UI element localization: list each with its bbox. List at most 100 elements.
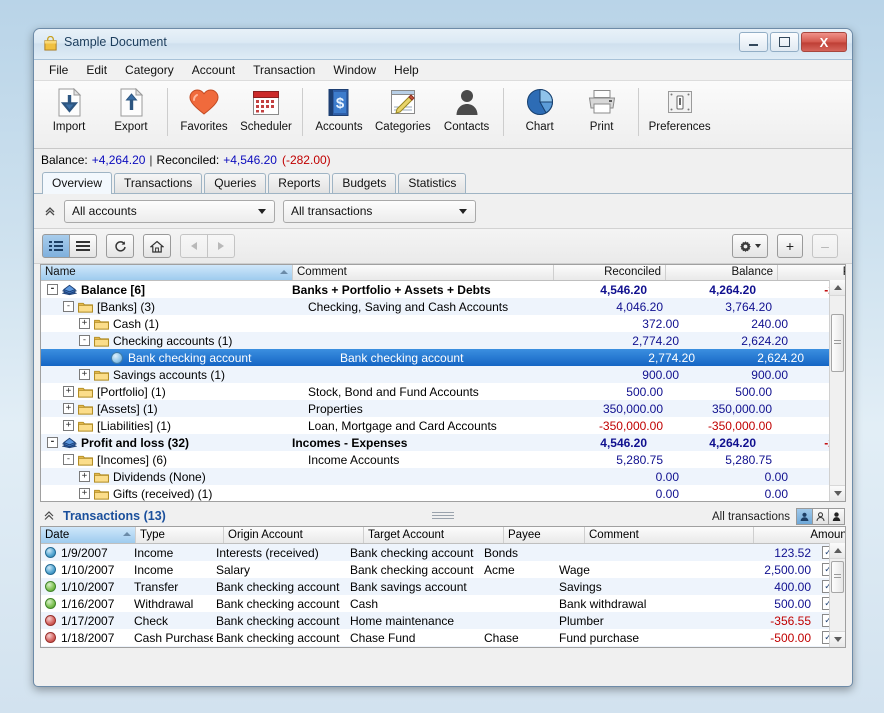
export-button[interactable]: Export (100, 86, 162, 134)
scheduler-button[interactable]: Scheduler (235, 86, 297, 134)
account-filter-select[interactable]: All accounts (64, 200, 275, 223)
transaction-row[interactable]: 1/18/2007Cash PurchaseBank checking acco… (41, 629, 845, 646)
tx-column-target[interactable]: Target Account (364, 527, 504, 543)
tab-transactions[interactable]: Transactions (114, 173, 202, 193)
tree-row[interactable]: +[Assets] (1)Properties350,000.00350,000… (41, 400, 845, 417)
tab-queries[interactable]: Queries (204, 173, 266, 193)
tx-column-comment[interactable]: Comment (585, 527, 754, 543)
tx-cell-origin: Home Mortgage (213, 648, 347, 649)
tree-vertical-scrollbar[interactable] (829, 280, 845, 501)
column-header-reconciled[interactable]: Reconciled (554, 265, 666, 280)
menu-help[interactable]: Help (385, 61, 428, 79)
tree-row[interactable]: -[Banks] (3)Checking, Saving and Cash Ac… (41, 298, 845, 315)
tab-overview[interactable]: Overview (42, 172, 112, 194)
transaction-filter-select[interactable]: All transactions (283, 200, 476, 223)
scroll-down-button[interactable] (830, 631, 845, 647)
tree-expander[interactable]: + (79, 369, 90, 380)
tree-expander[interactable]: - (79, 335, 90, 346)
tree-row[interactable]: +Savings accounts (1)900.00900.00· (41, 366, 845, 383)
tree-cell-name: Bank checking account (41, 351, 338, 365)
close-button[interactable]: X (801, 32, 847, 52)
import-button[interactable]: Import (38, 86, 100, 134)
column-header-comment[interactable]: Comment (293, 265, 554, 280)
tree-expander[interactable]: + (63, 403, 74, 414)
chevron-up-icon[interactable] (41, 508, 57, 524)
print-button[interactable]: Print (571, 86, 633, 134)
transaction-row[interactable]: 1/16/2007WithdrawalBank checking account… (41, 595, 845, 612)
scrollbar-thumb[interactable] (831, 314, 844, 372)
menu-account[interactable]: Account (183, 61, 244, 79)
chart-button[interactable]: Chart (509, 86, 571, 134)
tab-budgets[interactable]: Budgets (332, 173, 396, 193)
scroll-up-button[interactable] (830, 543, 845, 559)
minimize-button[interactable] (739, 32, 768, 52)
accounts-button[interactable]: $ Accounts (308, 86, 370, 134)
add-button[interactable]: + (777, 234, 803, 258)
person-dark-icon (832, 512, 841, 521)
preferences-button[interactable]: Preferences (644, 86, 716, 134)
tree-expander[interactable]: + (63, 386, 74, 397)
maximize-button[interactable] (770, 32, 799, 52)
home-button[interactable] (143, 234, 171, 258)
tree-row[interactable]: +Gifts (received) (1)0.000.00· (41, 485, 845, 502)
tree-expander[interactable]: + (79, 488, 90, 499)
tree-expander[interactable]: - (63, 301, 74, 312)
tab-reports[interactable]: Reports (268, 173, 330, 193)
person-dark-button[interactable] (829, 508, 845, 525)
tree-expander[interactable]: - (47, 284, 58, 295)
remove-button[interactable]: – (812, 234, 838, 258)
menu-edit[interactable]: Edit (77, 61, 116, 79)
transaction-row[interactable]: 1/10/2007IncomeSalaryBank checking accou… (41, 561, 845, 578)
tx-column-type[interactable]: Type (136, 527, 224, 543)
column-header-pending[interactable]: Pending (778, 265, 846, 280)
tx-column-date[interactable]: Date (41, 527, 136, 543)
drag-grip-icon[interactable] (432, 512, 454, 519)
tx-column-payee[interactable]: Payee (504, 527, 585, 543)
chevron-up-icon[interactable] (42, 203, 58, 219)
transactions-vertical-scrollbar[interactable] (829, 543, 845, 647)
contacts-button[interactable]: Contacts (436, 86, 498, 134)
scrollbar-thumb[interactable] (831, 561, 844, 593)
tx-column-origin[interactable]: Origin Account (224, 527, 364, 543)
back-button[interactable] (180, 234, 208, 258)
tree-expander[interactable]: - (63, 454, 74, 465)
tab-statistics[interactable]: Statistics (398, 173, 466, 193)
tree-row[interactable]: Bank checking accountBank checking accou… (41, 349, 845, 366)
menu-window[interactable]: Window (324, 61, 385, 79)
scroll-up-button[interactable] (830, 280, 845, 296)
tree-row[interactable]: -Checking accounts (1)2,774.202,624.20-1… (41, 332, 845, 349)
settings-button[interactable] (732, 234, 768, 258)
tree-expander[interactable]: + (79, 318, 90, 329)
tree-cell-reconciled: 350,000.00 (560, 402, 669, 416)
tree-row[interactable]: -Balance [6]Banks + Portfolio + Assets +… (41, 281, 845, 298)
transaction-row[interactable]: 1/10/2007TransferBank checking accountBa… (41, 578, 845, 595)
person-alt-button[interactable] (813, 508, 829, 525)
refresh-button[interactable] (106, 234, 134, 258)
tree-expander[interactable]: + (63, 420, 74, 431)
tree-row[interactable]: +Cash (1)372.00240.00-132.00 (41, 315, 845, 332)
menu-file[interactable]: File (40, 61, 77, 79)
tree-row[interactable]: +[Portfolio] (1)Stock, Bond and Fund Acc… (41, 383, 845, 400)
favorites-button[interactable]: Favorites (173, 86, 235, 134)
categories-label: Categories (375, 121, 431, 133)
tree-row[interactable]: -Profit and loss (32)Incomes - Expenses4… (41, 434, 845, 451)
detail-view-button[interactable] (70, 234, 97, 258)
tree-expander[interactable]: + (79, 471, 90, 482)
menu-transaction[interactable]: Transaction (244, 61, 324, 79)
tx-column-amount[interactable]: Amount (754, 527, 846, 543)
tree-expander[interactable]: - (47, 437, 58, 448)
transaction-row[interactable]: 1/18/2007TransferHome MortgageBank check… (41, 646, 845, 648)
menu-category[interactable]: Category (116, 61, 183, 79)
tree-row[interactable]: +[Liabilities] (1)Loan, Mortgage and Car… (41, 417, 845, 434)
list-view-button[interactable] (42, 234, 70, 258)
transaction-row[interactable]: 1/9/2007IncomeInterests (received)Bank c… (41, 544, 845, 561)
categories-button[interactable]: Categories (370, 86, 436, 134)
forward-button[interactable] (208, 234, 235, 258)
tree-row[interactable]: -[Incomes] (6)Income Accounts5,280.755,2… (41, 451, 845, 468)
transaction-row[interactable]: 1/17/2007CheckBank checking accountHome … (41, 612, 845, 629)
person-filter-button[interactable] (796, 508, 813, 525)
column-header-name[interactable]: Name (41, 265, 293, 280)
scroll-down-button[interactable] (830, 485, 845, 501)
tree-row[interactable]: +Dividends (None)0.000.00· (41, 468, 845, 485)
column-header-balance[interactable]: Balance (666, 265, 778, 280)
